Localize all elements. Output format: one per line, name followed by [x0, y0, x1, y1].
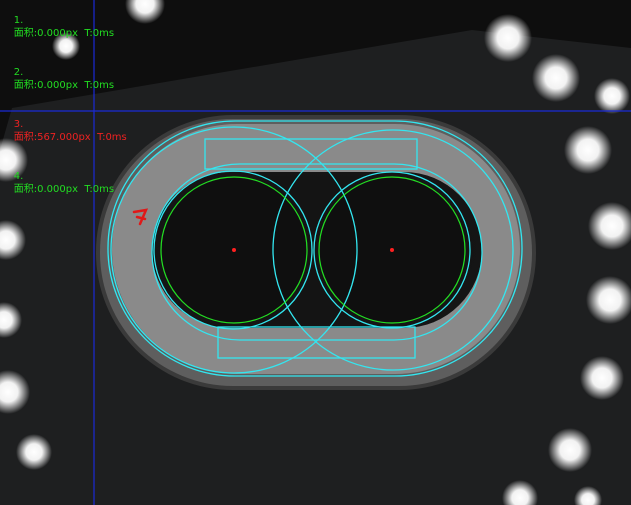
measurement-results: 1. 面积:0.000px T:0ms 2. 面积:0.000px T:0ms …: [1, 1, 127, 209]
center-point-left: [232, 248, 236, 252]
result-text: 面积:567.000px T:0ms: [13, 132, 127, 143]
result-index: 1.: [13, 15, 24, 26]
result-text: 面积:0.000px T:0ms: [13, 184, 115, 195]
result-line-1: 1. 面积:0.000px T:0ms: [1, 1, 127, 53]
result-index: 3.: [13, 119, 24, 130]
result-line-2: 2. 面积:0.000px T:0ms: [1, 53, 127, 105]
result-text: 面积:0.000px T:0ms: [13, 28, 115, 39]
result-text: 面积:0.000px T:0ms: [13, 80, 115, 91]
center-point-right: [390, 248, 394, 252]
result-line-4: 4. 面积:0.000px T:0ms: [1, 157, 127, 209]
result-index: 4.: [13, 171, 24, 182]
result-line-3: 3. 面积:567.000px T:0ms: [1, 105, 127, 157]
result-index: 2.: [13, 67, 24, 78]
